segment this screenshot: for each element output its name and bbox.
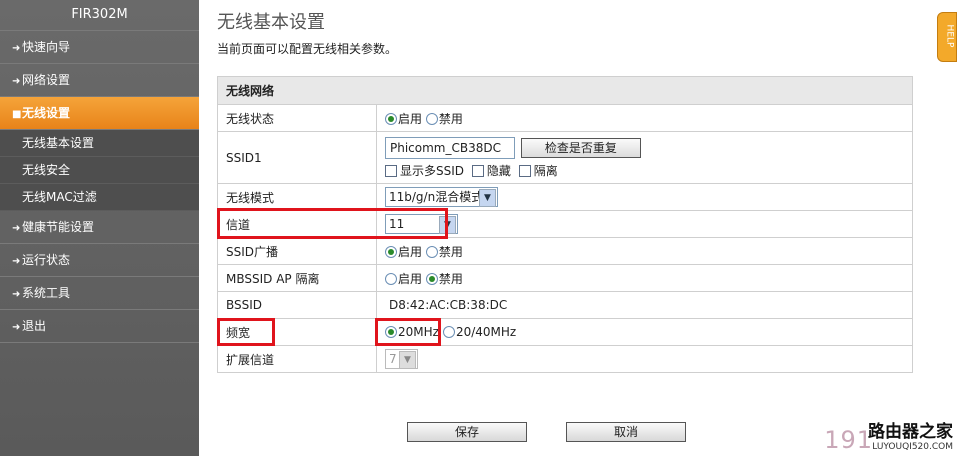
bssid-label: BSSID bbox=[217, 291, 377, 319]
sidebar-item-health-power[interactable]: ➜ 健康节能设置 bbox=[0, 211, 199, 244]
sidebar-item-network[interactable]: ➜ 网络设置 bbox=[0, 64, 199, 97]
radio-label: 禁用 bbox=[438, 111, 463, 126]
section-title: 无线网络 bbox=[217, 76, 913, 105]
arrow-icon: ➜ bbox=[12, 322, 21, 333]
select-value: 7 bbox=[389, 352, 397, 366]
isolate-checkbox[interactable] bbox=[518, 165, 531, 177]
table-row: SSID1 Phicomm_CB38DC 检查是否重复 显示多SSID 隐藏 隔… bbox=[217, 131, 913, 184]
sidebar-item-label: 网络设置 bbox=[22, 73, 71, 87]
sidebar-item-label: 无线设置 bbox=[22, 106, 71, 120]
wireless-status-on-radio[interactable] bbox=[385, 112, 397, 125]
sidebar-item-status[interactable]: ➜ 运行状态 bbox=[0, 244, 199, 277]
page-title: 无线基本设置 bbox=[217, 12, 325, 33]
help-button[interactable]: HELP bbox=[937, 12, 957, 62]
brand-label: FIR302M bbox=[0, 0, 199, 31]
radio-label: 启用 bbox=[398, 244, 423, 259]
ssid1-label: SSID1 bbox=[217, 131, 377, 184]
save-button[interactable]: 保存 bbox=[407, 422, 527, 442]
checkbox-label: 隐藏 bbox=[486, 164, 511, 178]
arrow-icon: ➜ bbox=[12, 223, 21, 234]
radio-label: 20/40MHz bbox=[455, 325, 517, 339]
ext-channel-label: 扩展信道 bbox=[217, 345, 377, 373]
table-row: SSID广播 启用 禁用 bbox=[217, 237, 913, 265]
sidebar-item-label: 健康节能设置 bbox=[22, 220, 95, 234]
ext-channel-select[interactable]: 7 ▼ bbox=[385, 349, 418, 369]
checkbox-label: 隔离 bbox=[533, 164, 558, 178]
ssid1-input[interactable]: Phicomm_CB38DC bbox=[385, 137, 515, 159]
radio-label: 启用 bbox=[398, 111, 423, 126]
select-value: 11b/g/n混合模式 bbox=[389, 190, 484, 204]
ssid-broadcast-on-radio[interactable] bbox=[385, 245, 397, 258]
ssid-broadcast-label: SSID广播 bbox=[217, 237, 377, 265]
chevron-down-icon: ▼ bbox=[479, 189, 496, 207]
bssid-value: D8:42:AC:CB:38:DC bbox=[389, 298, 508, 312]
radio-label: 禁用 bbox=[438, 244, 463, 259]
sidebar-item-label: 退出 bbox=[22, 319, 47, 333]
bandwidth-20-40mhz-radio[interactable] bbox=[442, 326, 455, 338]
sidebar-item-label: 运行状态 bbox=[22, 253, 71, 267]
square-icon: ■ bbox=[12, 109, 22, 120]
table-row: 无线状态 启用 禁用 bbox=[217, 104, 913, 132]
sidebar-item-quick-setup[interactable]: ➜ 快速向导 bbox=[0, 31, 199, 64]
wireless-mode-label: 无线模式 bbox=[217, 183, 377, 211]
wireless-status-label: 无线状态 bbox=[217, 104, 377, 132]
bandwidth-label-highlight-box bbox=[217, 318, 275, 346]
table-row: 频宽 20MHz 20/40MHz bbox=[217, 318, 913, 346]
table-row: 扩展信道 7 ▼ bbox=[217, 345, 913, 373]
arrow-icon: ➜ bbox=[12, 43, 21, 54]
arrow-icon: ➜ bbox=[12, 256, 21, 267]
channel-highlight-box bbox=[217, 208, 448, 239]
chevron-down-icon: ▼ bbox=[399, 351, 416, 369]
watermark-number: 191 bbox=[824, 426, 873, 454]
sidebar-item-label: 快速向导 bbox=[22, 40, 71, 54]
mbssid-isolate-on-radio[interactable] bbox=[385, 272, 397, 285]
cancel-button[interactable]: 取消 bbox=[566, 422, 686, 442]
table-row: BSSID D8:42:AC:CB:38:DC bbox=[217, 291, 913, 319]
page-description: 当前页面可以配置无线相关参数。 bbox=[217, 42, 398, 56]
mbssid-isolate-off-radio[interactable] bbox=[425, 272, 438, 285]
watermark: 191 路由器之家 LUYOUQI520.COM bbox=[824, 417, 953, 454]
show-multi-ssid-checkbox[interactable] bbox=[385, 165, 397, 177]
help-label: HELP bbox=[944, 24, 955, 48]
sidebar-item-wireless[interactable]: ■无线设置 bbox=[0, 97, 199, 130]
arrow-icon: ➜ bbox=[12, 289, 21, 300]
sidebar-item-system-tools[interactable]: ➜ 系统工具 bbox=[0, 277, 199, 310]
sidebar: FIR302M ➜ 快速向导 ➜ 网络设置 ■无线设置 无线基本设置 无线安全 无线… bbox=[0, 0, 199, 456]
wireless-status-off-radio[interactable] bbox=[425, 112, 438, 125]
mbssid-isolate-label: MBSSID AP 隔离 bbox=[217, 264, 377, 292]
ssid-broadcast-off-radio[interactable] bbox=[425, 245, 438, 258]
table-row: MBSSID AP 隔离 启用 禁用 bbox=[217, 264, 913, 292]
sidebar-subitem-wireless-basic[interactable]: 无线基本设置 bbox=[0, 130, 199, 157]
watermark-url: LUYOUQI520.COM bbox=[872, 442, 953, 452]
sidebar-item-logout[interactable]: ➜ 退出 bbox=[0, 310, 199, 343]
table-row: 无线模式 11b/g/n混合模式 ▼ bbox=[217, 183, 913, 211]
sidebar-item-label: 系统工具 bbox=[22, 286, 71, 300]
main-content: 无线基本设置 当前页面可以配置无线相关参数。 HELP 无线网络 无线状态 启用… bbox=[199, 0, 957, 456]
bandwidth-option-highlight-box bbox=[375, 318, 441, 346]
sidebar-subitem-wireless-security[interactable]: 无线安全 bbox=[0, 157, 199, 184]
radio-label: 禁用 bbox=[438, 271, 463, 286]
wireless-mode-select[interactable]: 11b/g/n混合模式 ▼ bbox=[385, 187, 498, 207]
checkbox-label: 显示多SSID bbox=[400, 164, 465, 178]
check-duplicate-button[interactable]: 检查是否重复 bbox=[520, 137, 641, 158]
arrow-icon: ➜ bbox=[12, 76, 21, 87]
radio-label: 启用 bbox=[398, 271, 423, 286]
watermark-name: 路由器之家 bbox=[868, 422, 953, 442]
sidebar-subitem-mac-filter[interactable]: 无线MAC过滤 bbox=[0, 184, 199, 211]
hide-ssid-checkbox[interactable] bbox=[471, 165, 484, 177]
